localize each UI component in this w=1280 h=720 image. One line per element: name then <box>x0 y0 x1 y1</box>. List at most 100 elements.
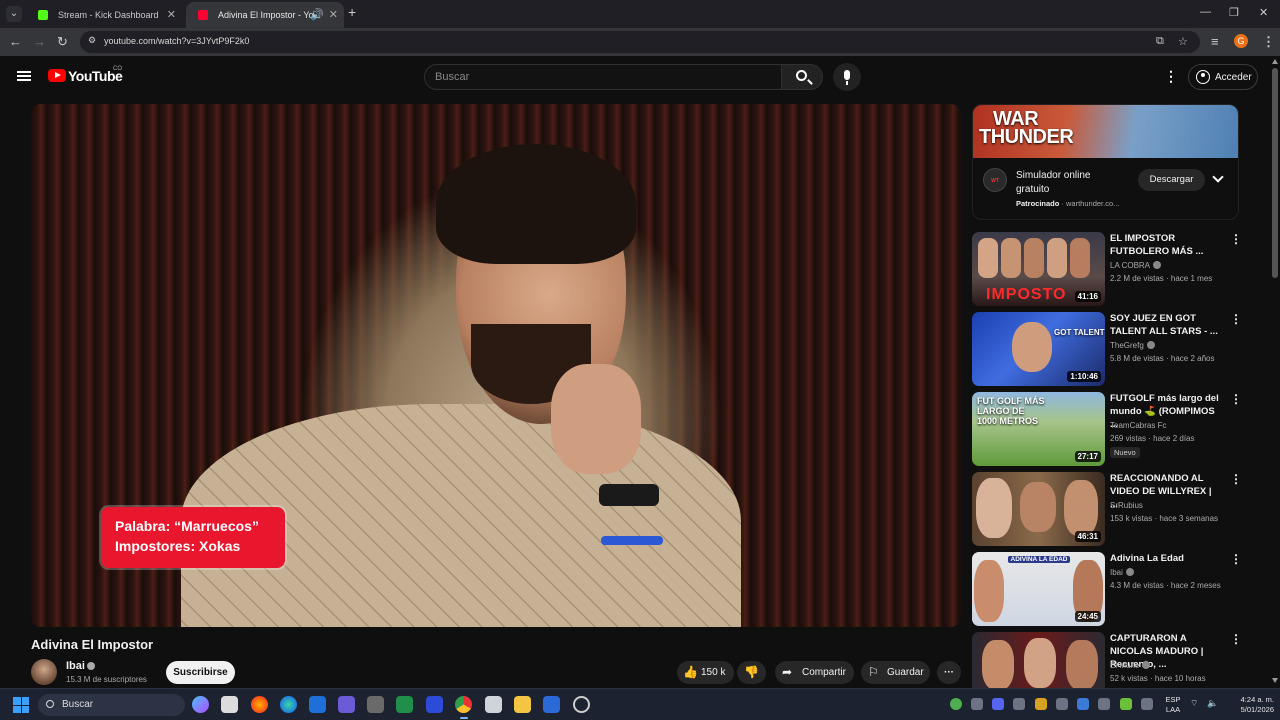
video-thumbnail[interactable]: GOT TALENT 1:10:46 <box>972 312 1105 386</box>
new-tab-button[interactable]: + <box>348 4 356 20</box>
video-player[interactable]: Palabra: “Marruecos” Impostores: Xokas <box>31 104 961 627</box>
discord-tray-icon[interactable] <box>992 698 1004 710</box>
file-explorer-icon[interactable] <box>514 696 531 713</box>
profile-avatar[interactable]: G <box>1234 34 1248 48</box>
channel-name[interactable]: LA COBRA <box>1110 261 1162 270</box>
tray-app-icon[interactable] <box>1035 698 1047 710</box>
search-button[interactable] <box>781 64 823 90</box>
tray-app-icon[interactable] <box>1056 698 1068 710</box>
hamburger-menu-icon[interactable] <box>17 71 31 81</box>
excel-icon[interactable] <box>396 696 413 713</box>
site-info-icon[interactable]: ⚙ <box>88 35 96 46</box>
share-button[interactable]: ➦ Compartir <box>775 661 854 684</box>
channel-name[interactable]: TeamCabras Fc <box>1110 421 1166 430</box>
security-tray-icon[interactable] <box>1077 698 1089 710</box>
tab-youtube-video[interactable]: Adivina El Impostor - YouTube 🔊 ✕ <box>186 2 344 28</box>
voice-search-microphone-icon[interactable] <box>833 63 861 91</box>
save-button[interactable]: ⚐ Guardar <box>861 661 930 684</box>
video-thumbnail[interactable] <box>972 632 1105 688</box>
scrollbar-thumb[interactable] <box>1272 68 1278 278</box>
chevron-down-icon[interactable] <box>1212 171 1224 183</box>
tab-search-button[interactable]: ⌄ <box>6 6 22 22</box>
more-actions-icon[interactable]: ··· <box>937 661 961 684</box>
store-icon[interactable] <box>221 696 238 713</box>
recommended-video[interactable]: IMPOSTO 41:16 EL IMPOSTOR FUTBOLERO MÁS … <box>972 232 1242 306</box>
channel-avatar[interactable] <box>31 659 57 685</box>
bookmark-star-icon[interactable]: ☆ <box>1178 35 1188 48</box>
video-options-kebab-icon[interactable]: ⋮ <box>1230 312 1242 326</box>
url-text[interactable]: youtube.com/watch?v=3JYvtP9F2k0 <box>104 36 249 46</box>
signin-button[interactable]: Acceder <box>1188 64 1258 90</box>
firefox-icon[interactable] <box>251 696 268 713</box>
tray-app-icon[interactable] <box>971 698 983 710</box>
obs-icon[interactable] <box>573 696 590 713</box>
video-title[interactable]: Adivina La Edad <box>1110 552 1220 565</box>
scroll-up-arrow-icon[interactable] <box>1272 59 1278 64</box>
notepad-icon[interactable] <box>485 696 502 713</box>
copilot-icon[interactable] <box>192 696 209 713</box>
reading-list-icon[interactable]: ≡ <box>1211 34 1219 49</box>
clock[interactable]: 4:24 a. m. 5/01/2026 <box>1222 695 1274 715</box>
dislike-button[interactable]: 👎 <box>737 661 766 684</box>
volume-icon[interactable]: 🔈 <box>1207 698 1219 710</box>
taskbar-search[interactable]: Buscar <box>38 694 185 716</box>
channel-name[interactable]: Ibai <box>1110 568 1134 577</box>
restore-icon[interactable]: ❐ <box>1229 6 1239 19</box>
recommended-video[interactable]: ADIVINA LA EDAD 24:45 Adivina La Edad Ib… <box>972 552 1242 626</box>
windows-start-icon[interactable] <box>13 697 29 713</box>
speaker-icon[interactable]: 🔊 <box>310 2 324 28</box>
teams-icon[interactable] <box>338 696 355 713</box>
channel-name[interactable]: SrRubius <box>1110 501 1143 510</box>
close-tab-icon[interactable]: ✕ <box>329 2 338 28</box>
vscode-icon[interactable] <box>543 696 560 713</box>
minimize-icon[interactable]: — <box>1200 6 1211 18</box>
tab-kick-dashboard[interactable]: Stream - Kick Dashboard ✕ <box>26 2 182 28</box>
app-icon[interactable] <box>426 696 443 713</box>
recommended-video[interactable]: CAPTURARON A NICOLAS MADURO | Recuento, … <box>972 632 1242 688</box>
channel-name[interactable]: TheGrefg <box>1110 341 1155 350</box>
ad-title[interactable]: Simulador online gratuito <box>1016 169 1126 197</box>
recommended-video[interactable]: GOT TALENT 1:10:46 SOY JUEZ EN GOT TALEN… <box>972 312 1242 386</box>
language-indicator[interactable]: ESP LAA <box>1162 695 1184 715</box>
scroll-down-arrow-icon[interactable] <box>1272 678 1278 683</box>
video-thumbnail[interactable]: IMPOSTO 41:16 <box>972 232 1105 306</box>
nvidia-tray-icon[interactable] <box>1120 698 1132 710</box>
video-thumbnail[interactable]: 46:31 <box>972 472 1105 546</box>
ad-download-button[interactable]: Descargar <box>1138 169 1205 191</box>
video-options-kebab-icon[interactable]: ⋮ <box>1230 392 1242 406</box>
close-window-icon[interactable]: ✕ <box>1259 6 1268 19</box>
forward-icon[interactable]: → <box>33 34 46 49</box>
search-input[interactable] <box>435 71 765 83</box>
install-app-icon[interactable]: ⧉ <box>1156 35 1164 48</box>
browser-menu-icon[interactable]: ⋮ <box>1262 34 1275 50</box>
close-tab-icon[interactable]: ✕ <box>167 2 176 28</box>
back-icon[interactable]: ← <box>9 34 22 49</box>
video-options-kebab-icon[interactable]: ⋮ <box>1230 632 1242 646</box>
channel-name[interactable]: El Muñe <box>1110 661 1151 670</box>
tray-app-icon[interactable] <box>1141 698 1153 710</box>
video-options-kebab-icon[interactable]: ⋮ <box>1230 472 1242 486</box>
video-thumbnail[interactable]: ADIVINA LA EDAD 24:45 <box>972 552 1105 626</box>
tray-app-icon[interactable] <box>1098 698 1110 710</box>
address-bar[interactable]: ⚙ youtube.com/watch?v=3JYvtP9F2k0 ⧉ ☆ <box>80 31 1200 53</box>
edge-icon[interactable] <box>280 696 297 713</box>
recommended-video[interactable]: FUT GOLF MÁS LARGO DE 1000 METROS 27:17 … <box>972 392 1242 466</box>
video-title[interactable]: SOY JUEZ EN GOT TALENT ALL STARS - ... <box>1110 312 1220 338</box>
reload-icon[interactable]: ↻ <box>57 34 68 50</box>
calculator-icon[interactable] <box>367 696 384 713</box>
chrome-icon[interactable] <box>455 696 472 719</box>
network-icon[interactable]: ⌔ <box>1190 698 1202 710</box>
tray-app-icon[interactable] <box>950 698 962 710</box>
video-options-kebab-icon[interactable]: ⋮ <box>1230 232 1242 246</box>
settings-kebab-icon[interactable]: ⋮ <box>1164 68 1178 85</box>
video-thumbnail[interactable]: FUT GOLF MÁS LARGO DE 1000 METROS 27:17 <box>972 392 1105 466</box>
page-scrollbar[interactable] <box>1270 56 1280 688</box>
recommended-video[interactable]: 46:31 REACCIONANDO AL VIDEO DE WILLYREX … <box>972 472 1242 546</box>
ad-banner-image[interactable]: WAR THUNDER <box>973 105 1238 158</box>
video-options-kebab-icon[interactable]: ⋮ <box>1230 552 1242 566</box>
video-title[interactable]: EL IMPOSTOR FUTBOLERO MÁS ... <box>1110 232 1220 258</box>
channel-name[interactable]: Ibai <box>66 660 85 672</box>
subscribe-button[interactable]: Suscribirse <box>166 661 235 684</box>
tray-app-icon[interactable] <box>1013 698 1025 710</box>
sponsored-ad-card[interactable]: WAR THUNDER WT Simulador online gratuito… <box>972 104 1239 220</box>
